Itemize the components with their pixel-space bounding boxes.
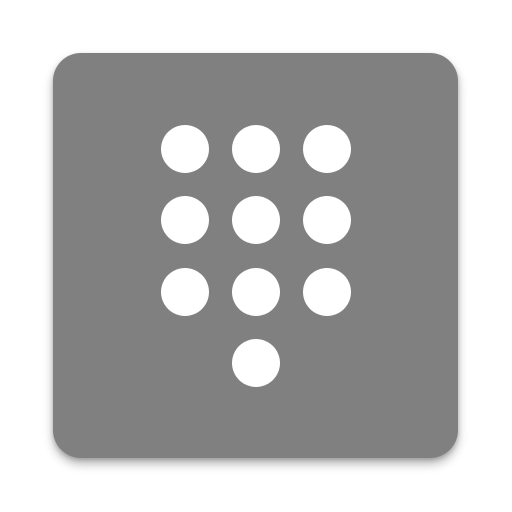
dialpad-dot [232,268,280,316]
app-icon-canvas [0,0,512,512]
dialpad-dot [232,125,280,173]
dialpad-dot [161,268,209,316]
dialpad-dot [232,196,280,244]
dialpad-dot [303,196,351,244]
dialpad-icon[interactable] [53,53,458,458]
dialpad-dot [161,125,209,173]
dialpad-dot [303,268,351,316]
dialpad-dot [161,196,209,244]
dialpad-dot [232,339,280,387]
dialpad-dot [303,125,351,173]
